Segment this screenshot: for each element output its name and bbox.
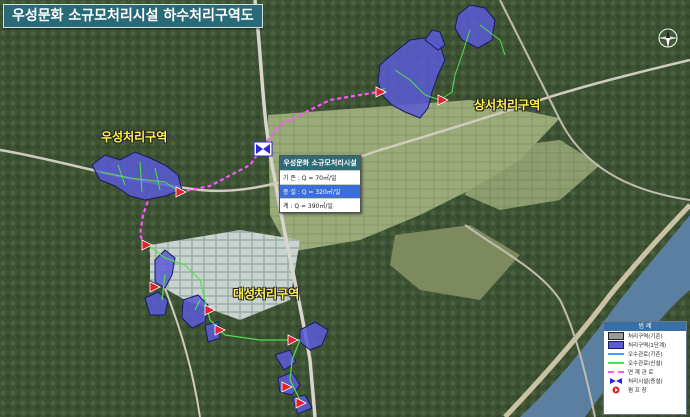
legend-item: 오수관로(기존) [604,349,686,358]
legend-item: 처리구역(기존) [604,331,686,340]
legend-item: 처리시설(증설) [604,376,686,385]
label-daeseong-area: 대성처리구역 [233,287,300,301]
facility-info-box: 우성문화 소규모처리시설 기 존 : Q = 70㎥/일 증 설 : Q = 3… [279,155,361,213]
treatment-facility-icon [253,141,273,157]
label-useong-area: 우성처리구역 [101,130,168,144]
legend: 범 례 처리구역(기존) 처리구역(1단계) 오수관로(기존) 오수관로(신설) 연 계… [603,321,687,415]
legend-pipe-swatch [607,350,625,357]
map-stage: 우성문화 소규모처리시설 하수처리구역도 우성처리구역 상서처리구역 대성처리구… [0,0,690,417]
facility-total: 계 : Q = 390㎥/일 [280,198,360,212]
legend-item-label: 펌 프 장 [628,387,647,394]
legend-pipe-swatch [607,368,625,375]
map-title: 우성문화 소규모처리시설 하수처리구역도 [3,4,263,28]
legend-item-label: 연 계 관 로 [628,369,654,376]
legend-item-label: 처리구역(1단계) [628,342,667,349]
legend-pipe-swatch [607,359,625,366]
treatment-facility-icon [607,377,625,384]
compass-icon [658,28,678,48]
legend-zone-swatch [607,340,625,349]
legend-items: 처리구역(기존) 처리구역(1단계) 오수관로(기존) 오수관로(신설) 연 계 관 로… [604,331,686,394]
legend-item: 오수관로(신설) [604,358,686,367]
pump-station-icon [607,386,625,393]
legend-zone-swatch [607,331,625,340]
legend-title: 범 례 [604,322,686,331]
legend-item-label: 처리시설(증설) [628,378,663,385]
label-sangseo-area: 상서처리구역 [474,98,541,112]
legend-item-label: 오수관로(신설) [628,360,663,367]
facility-title: 우성문화 소규모처리시설 [280,156,360,170]
legend-item: 연 계 관 로 [604,367,686,376]
facility-expansion: 증 설 : Q = 320㎥/일 [280,184,360,198]
facility-existing: 기 존 : Q = 70㎥/일 [280,170,360,184]
legend-item: 펌 프 장 [604,385,686,394]
legend-item-label: 오수관로(기존) [628,351,663,358]
legend-item-label: 처리구역(기존) [628,333,663,340]
legend-item: 처리구역(1단계) [604,340,686,349]
